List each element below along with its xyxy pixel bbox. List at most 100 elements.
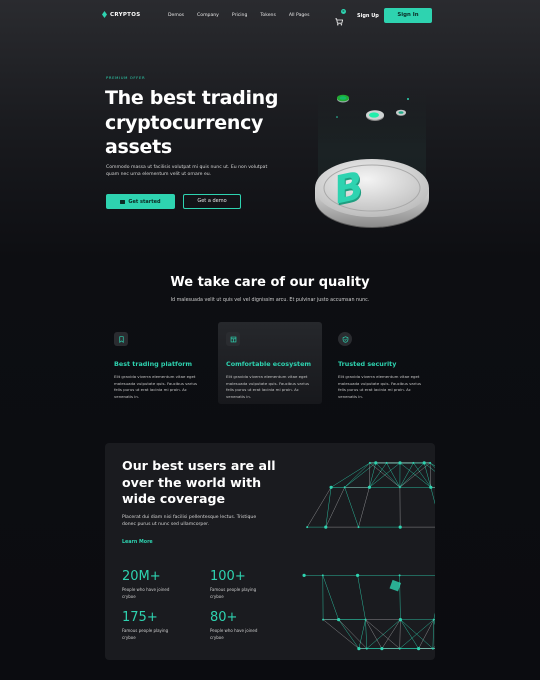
learn-more-link[interactable]: Learn More [122,540,153,545]
globe-highlight-node [389,579,402,592]
globe-node [357,647,361,651]
globe-edge [399,462,425,488]
svg-text:B: B [334,163,362,215]
feature-description: Elit gravida viverra elementum vitae ege… [114,374,197,399]
globe-edge [423,462,432,488]
nav-link-tokens[interactable]: Tokens [260,13,275,18]
shield-icon [338,332,352,346]
small-coin [396,109,406,116]
globe-edge [369,462,377,488]
feature-card-security[interactable]: Trusted security Elit gravida viverra el… [330,322,434,404]
globe-edge [429,462,432,488]
wallet-icon [120,199,126,204]
globe-node [429,461,432,464]
globe-edge [365,619,383,649]
stat-item: 80+ People who have joined cryboe [210,610,290,641]
globe-edge [307,487,332,528]
globe-edge [430,487,435,505]
globe-edge [338,619,360,649]
globe-edge [433,619,435,626]
globe-edge [399,575,401,620]
stat-label: Famous people playing cryboe [210,587,257,599]
globe-node [398,461,402,465]
globe-node [385,461,388,464]
stat-label: People who have joined cryboe [210,628,258,640]
small-coin [337,94,349,103]
globe-node [337,618,341,622]
nav-link-company[interactable]: Company [197,13,219,18]
globe-node [324,525,328,529]
feature-description: Elit gravida viverra elementum vitae ege… [338,374,421,399]
nav-link-all-pages[interactable]: All Pages [289,13,310,18]
globe-edge [381,619,401,649]
globe-node [302,573,306,577]
nav-links: Demos Company Pricing Tokens All Pages [168,13,323,18]
layout-icon [226,332,240,346]
stat-label: Famous people playing cryboe [122,628,169,640]
brand-logo[interactable]: CRYPTOS [102,11,140,18]
get-started-button[interactable]: Get started [106,194,175,209]
top-navbar: CRYPTOS Demos Company Pricing Tokens All… [0,0,540,32]
users-title: Our best users are all over the world wi… [122,458,276,506]
globe-node [431,647,434,650]
stat-value: 20M+ [122,569,161,584]
globe-edge [400,619,419,649]
sign-up-link[interactable]: Sign Up [357,13,379,19]
globe-node [398,525,402,529]
hero-description: Commodo massa ut facilisis volutpat mi q… [106,165,268,177]
globe-edge [344,462,376,488]
cart-button[interactable]: 0 [335,9,346,26]
network-globe-illustration [302,461,435,651]
get-started-label: Get started [128,198,161,205]
stat-item: 175+ Famous people playing cryboe [122,610,202,641]
bookmark-icon [114,332,128,346]
stat-value: 80+ [210,610,238,625]
globe-edge [413,462,432,488]
globe-node [398,647,401,650]
sign-in-button[interactable]: Sign In [384,8,432,23]
globe-node [322,618,325,621]
globe-node [368,461,371,464]
hero-eyebrow: PREMIUM OFFER [106,75,146,80]
globe-node [380,647,384,651]
feature-title: Comfortable ecosystem [226,360,312,368]
globe-node [398,486,401,489]
globe-edge [344,487,359,528]
globe-edge [358,619,366,649]
globe-node [417,647,421,651]
globe-node [412,461,415,464]
feature-card-trading[interactable]: Best trading platform Elit gravida viver… [106,322,210,404]
small-coin [366,110,384,121]
globe-edge [386,462,401,488]
get-demo-button[interactable]: Get a demo [183,194,241,209]
cart-icon [335,18,344,26]
nav-link-pricing[interactable]: Pricing [232,13,247,18]
nav-link-demos[interactable]: Demos [168,13,184,18]
globe-node [356,573,360,577]
logo-diamond-icon [102,11,107,18]
globe-edge [399,462,414,488]
globe-node [343,486,346,489]
globe-edge [375,462,401,488]
feature-card-ecosystem[interactable]: Comfortable ecosystem Elit gravida viver… [218,322,322,404]
quality-subtitle: Id malesuada velit ut quis vel vel digni… [170,298,370,303]
globe-edge [432,619,435,649]
globe-edge [418,619,434,649]
globe-node [367,485,371,489]
globe-edge [357,575,366,620]
cart-count-badge: 0 [341,9,346,14]
globe-node [306,526,309,529]
globe-node [365,647,368,650]
globe-edge [358,487,370,528]
bitcoin-coin-illustration: B B [315,88,429,228]
feature-title: Trusted security [338,360,397,368]
globe-node [429,485,433,489]
globe-edge [399,619,401,649]
bitcoin-coin: B B [315,159,429,228]
globe-edge [369,462,387,488]
globe-edge [366,619,401,649]
stat-item: 20M+ People who have joined cryboe [122,569,202,600]
users-description: Placerat dui diam nisi facilisi pellente… [122,515,257,527]
globe-node [357,526,360,529]
quality-title: We take care of our quality [170,275,370,290]
